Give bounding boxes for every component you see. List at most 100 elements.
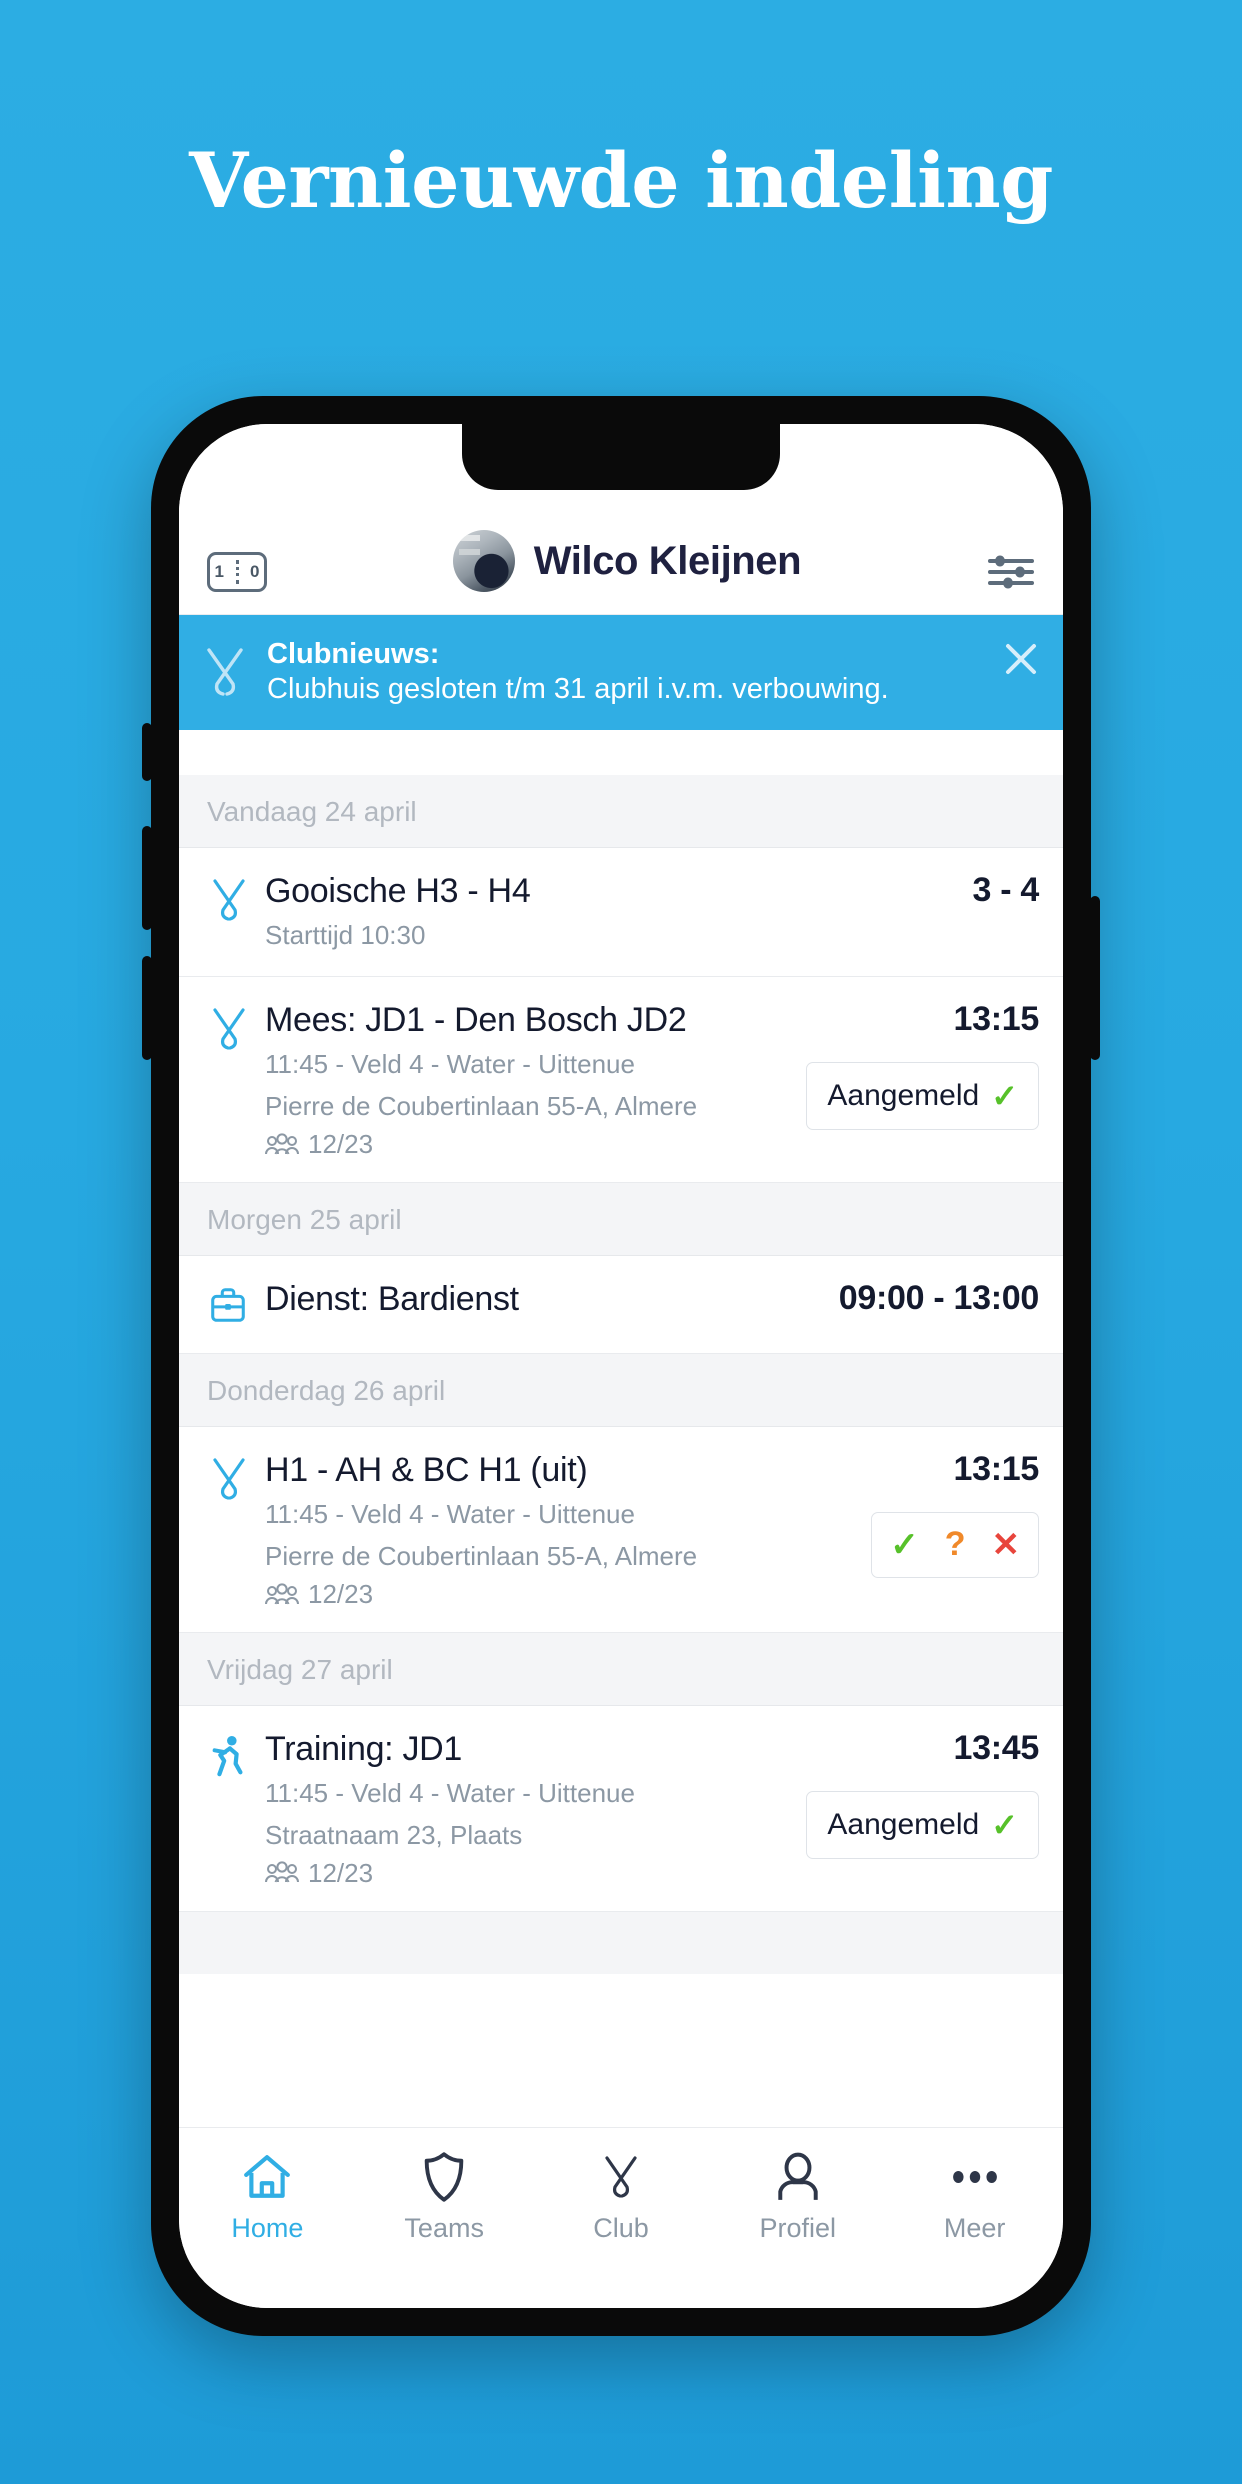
tab-label: Meer <box>943 2213 1006 2243</box>
tab-label: Profiel <box>759 2213 837 2243</box>
filter-sliders-icon[interactable] <box>987 552 1035 592</box>
header-user-block[interactable]: Wilco Kleijnen <box>267 530 987 592</box>
hockey-sticks-icon <box>599 2150 643 2204</box>
tab-label: Club <box>593 2213 649 2243</box>
ellipsis-icon <box>950 2150 1000 2204</box>
attendance-count: 12/23 <box>308 1129 374 1160</box>
event-attendance: 12/23 <box>265 1579 861 1610</box>
agenda-row[interactable]: Dienst: Bardienst 09:00 - 13:00 <box>179 1256 1063 1355</box>
agenda-row[interactable]: H1 - AH & BC H1 (uit) 11:45 - Veld 4 - W… <box>179 1427 1063 1633</box>
bottom-tab-bar[interactable]: Home Teams Club Profiel Meer <box>179 2127 1063 2308</box>
agenda-row[interactable]: Mees: JD1 - Den Bosch JD2 11:45 - Veld 4… <box>179 977 1063 1184</box>
phone-volume-down-button <box>142 956 152 1060</box>
phone-power-button <box>1090 896 1100 1060</box>
user-name: Wilco Kleijnen <box>533 538 802 583</box>
event-title: Training: JD1 <box>265 1730 463 1768</box>
signed-up-button[interactable]: Aangemeld ✓ <box>806 1790 1039 1859</box>
event-type-icon <box>207 1278 259 1331</box>
people-icon <box>265 1132 299 1154</box>
briefcase-icon <box>211 1288 245 1322</box>
event-type-icon <box>207 1449 259 1508</box>
ellipsis-icon <box>952 2170 997 2184</box>
tab-club[interactable]: Club <box>533 2150 710 2244</box>
event-subtitle: 11:45 - Veld 4 - Water - Uittenue <box>265 1499 635 1530</box>
day-header: Vrijdag 27 april <box>179 1633 1063 1706</box>
availability-choice-group[interactable]: ✓ ? ✕ <box>871 1511 1039 1578</box>
day-header: Donderdag 26 april <box>179 1354 1063 1428</box>
event-meta: 09:00 - 13:00 <box>829 1278 1040 1319</box>
tab-teams[interactable]: Teams <box>356 2150 533 2244</box>
home-icon <box>244 2155 291 2198</box>
scoreboard-icon[interactable]: 10 <box>207 552 267 592</box>
hockey-sticks-icon <box>213 879 245 921</box>
event-title: Mees: JD1 - Den Bosch JD2 <box>265 1001 687 1040</box>
hockey-sticks-icon <box>207 648 243 697</box>
decline-icon[interactable]: ✕ <box>992 1525 1021 1565</box>
phone-mute-switch <box>142 723 152 781</box>
phone-device-frame: 10 Wilco Kleijnen Clubnieuws: Clubhuis g… <box>142 396 1100 2336</box>
tab-profiel[interactable]: Profiel <box>709 2150 886 2244</box>
tab-label: Home <box>231 2213 304 2243</box>
tab-label: Teams <box>404 2213 484 2243</box>
event-details: Mees: JD1 - Den Bosch JD2 11:45 - Veld 4… <box>259 999 796 1160</box>
check-icon: ✓ <box>991 1806 1018 1843</box>
event-location: Straatnaam 23, Plaats <box>265 1820 523 1851</box>
tab-home[interactable]: Home <box>179 2150 356 2244</box>
event-attendance: 12/23 <box>265 1129 796 1160</box>
banner-title: Clubnieuws: <box>267 638 440 670</box>
maybe-icon[interactable]: ? <box>945 1525 966 1564</box>
event-subtitle: 11:45 - Veld 4 - Water - Uittenue <box>265 1049 635 1080</box>
scoreboard-divider <box>236 560 239 584</box>
agenda-row[interactable]: Gooische H3 - H4 Starttijd 10:30 3 - 4 <box>179 848 1063 978</box>
event-meta: 13:15 Aangemeld ✓ <box>796 999 1039 1130</box>
agenda-row[interactable]: Training: JD1 11:45 - Veld 4 - Water - U… <box>179 1706 1063 1912</box>
day-header: Vandaag 24 april <box>179 775 1063 848</box>
running-person-icon <box>212 1736 243 1777</box>
person-icon <box>778 2152 818 2200</box>
event-type-icon <box>207 999 259 1058</box>
attendance-count: 12/23 <box>308 1579 374 1609</box>
event-title: Gooische H3 - H4 <box>265 872 531 910</box>
shield-icon <box>422 2150 466 2204</box>
tab-meer[interactable]: Meer <box>886 2150 1063 2244</box>
event-meta: 13:45 Aangemeld ✓ <box>796 1728 1039 1859</box>
hockey-sticks-icon <box>213 1008 245 1050</box>
event-subtitle: Starttijd 10:30 <box>265 920 426 951</box>
event-details: Dienst: Bardienst <box>259 1278 829 1320</box>
scoreboard-right-score: 0 <box>250 562 273 581</box>
day-header: Morgen 25 april <box>179 1183 1063 1257</box>
banner-text-block: Clubnieuws: Clubhuis gesloten t/m 31 apr… <box>267 637 985 708</box>
event-time: 13:15 <box>953 1450 1040 1489</box>
signed-up-button[interactable]: Aangemeld ✓ <box>806 1061 1039 1130</box>
person-icon <box>775 2150 821 2204</box>
home-icon <box>242 2150 292 2204</box>
phone-screen: 10 Wilco Kleijnen Clubnieuws: Clubhuis g… <box>179 424 1063 2308</box>
accept-icon[interactable]: ✓ <box>890 1525 919 1565</box>
signed-up-label: Aangemeld <box>827 1078 980 1112</box>
event-location: Pierre de Coubertinlaan 55-A, Almere <box>265 1091 698 1122</box>
close-icon[interactable] <box>1001 639 1041 679</box>
banner-body: Clubhuis gesloten t/m 31 april i.v.m. ve… <box>267 673 889 706</box>
event-time: 3 - 4 <box>972 871 1039 909</box>
hockey-sticks-icon <box>605 2156 637 2198</box>
agenda-list[interactable]: Vandaag 24 april Gooische H3 - H4 Startt… <box>179 775 1063 2127</box>
event-meta: 13:15 ✓ ? ✕ <box>861 1449 1039 1578</box>
event-type-icon <box>207 870 259 929</box>
event-details: Gooische H3 - H4 Starttijd 10:30 <box>259 870 962 954</box>
event-attendance: 12/23 <box>265 1858 796 1889</box>
event-details: H1 - AH & BC H1 (uit) 11:45 - Veld 4 - W… <box>259 1449 861 1610</box>
avatar[interactable] <box>452 530 515 592</box>
club-news-banner[interactable]: Clubnieuws: Clubhuis gesloten t/m 31 apr… <box>179 615 1063 730</box>
event-title: H1 - AH & BC H1 (uit) <box>265 1451 588 1490</box>
scoreboard-left-score: 1 <box>214 562 237 581</box>
check-icon: ✓ <box>991 1077 1018 1114</box>
event-title: Dienst: Bardienst <box>265 1280 519 1319</box>
event-meta: 3 - 4 <box>962 870 1039 911</box>
people-icon <box>265 1582 299 1604</box>
phone-notch <box>462 424 780 490</box>
event-time: 09:00 - 13:00 <box>838 1279 1040 1318</box>
event-subtitle: 11:45 - Veld 4 - Water - Uittenue <box>265 1778 635 1809</box>
signed-up-label: Aangemeld <box>827 1807 980 1841</box>
event-time: 13:15 <box>953 1000 1040 1039</box>
list-bottom-spacer <box>179 1911 1063 1974</box>
